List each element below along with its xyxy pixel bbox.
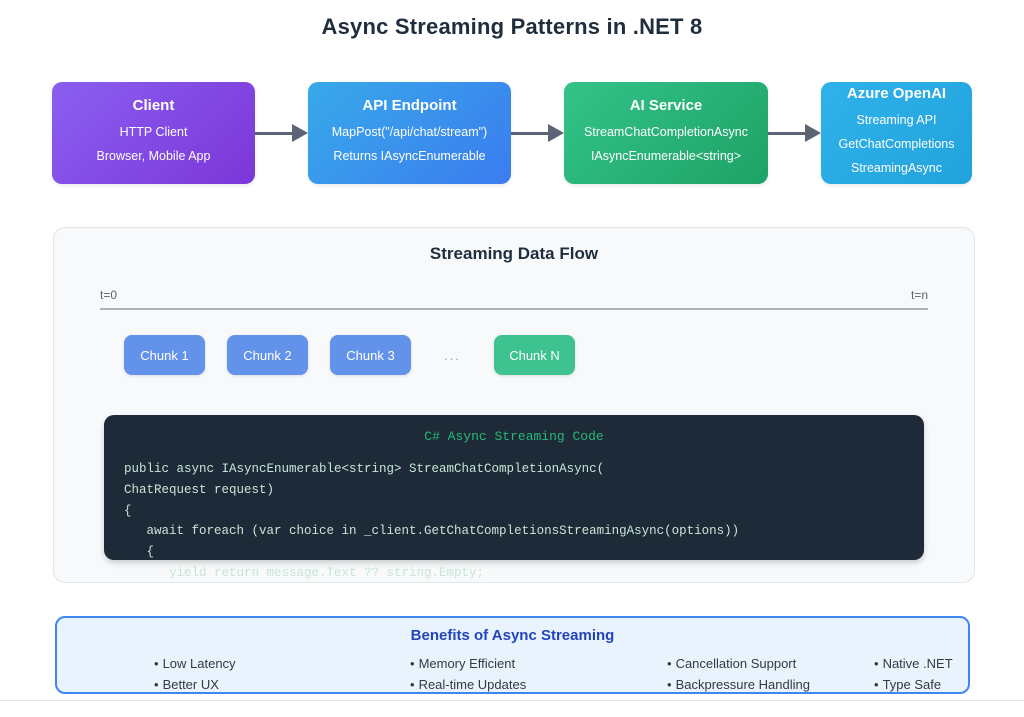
chunk-1: Chunk 1 [124, 335, 205, 375]
benefit-item: • Native .NET [874, 653, 968, 674]
node-title: AI Service [574, 97, 758, 114]
timeline: t=0 t=n [100, 288, 928, 310]
benefit-label: Type Safe [883, 677, 942, 692]
benefit-label: Better UX [163, 677, 219, 692]
benefit-label: Low Latency [163, 656, 236, 671]
node-detail: IAsyncEnumerable<string> [574, 145, 758, 169]
bullet-icon: • [874, 677, 879, 692]
bottom-divider [0, 700, 1024, 701]
arrow-shaft [768, 132, 805, 135]
code-block: C# Async Streaming Code public async IAs… [104, 415, 924, 560]
chunk-n: Chunk N [494, 335, 575, 375]
flow-arrow [255, 82, 308, 184]
chunk-3: Chunk 3 [330, 335, 411, 375]
code-line-overflow: yield return message.Text ?? string.Empt… [124, 563, 904, 583]
chunks-ellipsis: ... [433, 348, 472, 363]
benefits-grid: • Low Latency • Better UX • Memory Efficien… [57, 653, 968, 695]
flow-node-api-endpoint: API Endpoint MapPost("/api/chat/stream")… [308, 82, 511, 184]
node-detail: MapPost("/api/chat/stream") [318, 121, 501, 145]
arrow-shaft [511, 132, 548, 135]
node-title: Azure OpenAI [831, 85, 962, 102]
benefits-title: Benefits of Async Streaming [57, 627, 968, 644]
node-detail: StreamChatCompletionAsync [574, 121, 758, 145]
chunk-2: Chunk 2 [227, 335, 308, 375]
bullet-icon: • [410, 656, 415, 671]
panel-title: Streaming Data Flow [54, 228, 974, 264]
benefit-label: Memory Efficient [419, 656, 516, 671]
benefits-column: • Cancellation Support • Backpressure Hand… [667, 653, 874, 695]
benefits-panel: Benefits of Async Streaming • Low Latency… [55, 616, 970, 694]
benefit-item: • Low Latency [154, 653, 410, 674]
timeline-start-label: t=0 [100, 288, 117, 302]
streaming-data-flow-panel: Streaming Data Flow t=0 t=n Chunk 1 Chun… [53, 227, 975, 583]
chunks-row: Chunk 1 Chunk 2 Chunk 3 ... Chunk N [124, 335, 974, 375]
benefits-column: • Memory Efficient • Real-time Updates [410, 653, 667, 695]
benefit-label: Cancellation Support [676, 656, 797, 671]
bullet-icon: • [874, 656, 879, 671]
node-detail: HTTP Client [62, 121, 245, 145]
benefit-label: Native .NET [883, 656, 953, 671]
code-block-title: C# Async Streaming Code [124, 429, 904, 445]
node-detail: Browser, Mobile App [62, 145, 245, 169]
benefit-label: Backpressure Handling [676, 677, 810, 692]
timeline-axis [100, 308, 928, 310]
benefit-item: • Memory Efficient [410, 653, 667, 674]
timeline-end-label: t=n [911, 288, 928, 302]
bullet-icon: • [154, 677, 159, 692]
arrow-shaft [255, 132, 292, 135]
benefit-item: • Cancellation Support [667, 653, 874, 674]
flow-arrow [511, 82, 564, 184]
architecture-flow: Client HTTP Client Browser, Mobile App A… [52, 82, 972, 184]
code-line: public async IAsyncEnumerable<string> St… [124, 459, 904, 480]
arrow-right-icon [292, 124, 308, 142]
benefit-item: • Type Safe [874, 674, 968, 695]
benefit-item: • Backpressure Handling [667, 674, 874, 695]
flow-node-azure-openai: Azure OpenAI Streaming API GetChatComple… [821, 82, 972, 184]
benefit-item: • Better UX [154, 674, 410, 695]
bullet-icon: • [667, 656, 672, 671]
code-line: { [124, 542, 904, 563]
bullet-icon: • [667, 677, 672, 692]
arrow-right-icon [548, 124, 564, 142]
node-detail: Streaming API [831, 109, 962, 133]
flow-node-ai-service: AI Service StreamChatCompletionAsync IAs… [564, 82, 768, 184]
node-detail: GetChatCompletions StreamingAsync [831, 133, 962, 181]
node-title: Client [62, 97, 245, 114]
benefits-column: • Native .NET • Type Safe [874, 653, 968, 695]
code-line: ChatRequest request) [124, 480, 904, 501]
benefits-column: • Low Latency • Better UX [154, 653, 410, 695]
code-line: { [124, 501, 904, 522]
node-detail: Returns IAsyncEnumerable [318, 145, 501, 169]
arrow-right-icon [805, 124, 821, 142]
bullet-icon: • [410, 677, 415, 692]
benefit-item: • Real-time Updates [410, 674, 667, 695]
bullet-icon: • [154, 656, 159, 671]
flow-arrow [768, 82, 821, 184]
code-line: await foreach (var choice in _client.Get… [124, 521, 904, 542]
node-title: API Endpoint [318, 97, 501, 114]
benefit-label: Real-time Updates [419, 677, 527, 692]
flow-node-client: Client HTTP Client Browser, Mobile App [52, 82, 255, 184]
page-title: Async Streaming Patterns in .NET 8 [0, 0, 1024, 40]
